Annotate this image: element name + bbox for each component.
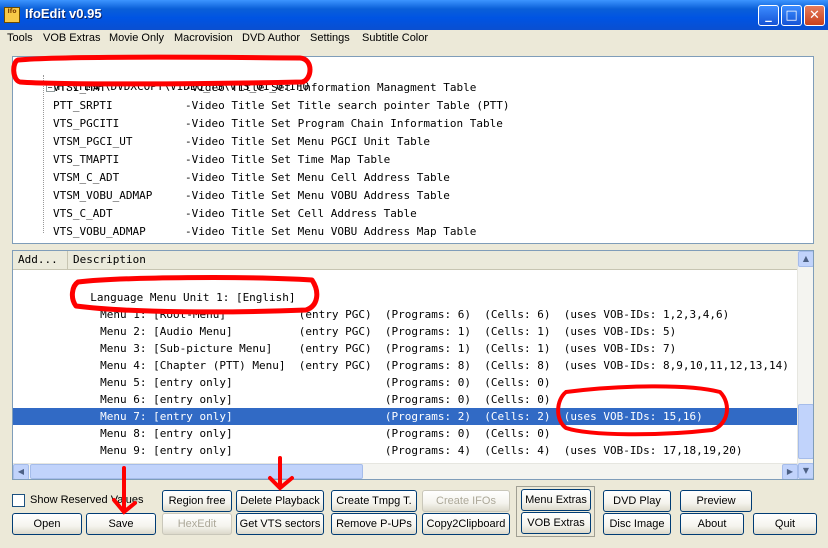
- tree-item[interactable]: VTSM_VOBU_ADMAP -Video Title Set Menu VOB…: [53, 187, 450, 205]
- tree-item[interactable]: VTSM_PGCI_UT -Video Title Set Menu PGCI U…: [53, 133, 430, 151]
- list-row[interactable]: Language Menu Unit 1: [English]: [13, 289, 798, 306]
- menu-bar: Tools VOB Extras Movie Only Macrovision …: [0, 30, 828, 47]
- menu-vob-extras[interactable]: VOB Extras: [43, 32, 100, 44]
- list-row-text: Menu 5: [entry only] (Programs: 0) (Cell…: [67, 376, 551, 389]
- title-bar: Ifo IfoEdit v0.95 _ □ ✕: [0, 0, 828, 30]
- column-header-add[interactable]: Add...: [13, 251, 68, 269]
- menu-movie-only[interactable]: Movie Only: [109, 32, 164, 44]
- scroll-down-arrow-icon[interactable]: ▼: [798, 463, 813, 479]
- list-row[interactable]: [13, 270, 798, 287]
- list-row[interactable]: Menu 8: [entry only] (Programs: 0) (Cell…: [13, 425, 798, 442]
- dvd-play-button[interactable]: DVD Play: [603, 490, 671, 512]
- menu-subtitle-color[interactable]: Subtitle Color: [362, 32, 428, 44]
- preview-button[interactable]: Preview: [680, 490, 752, 512]
- tree-item-name: VTSI_MAT: [53, 81, 106, 94]
- save-button[interactable]: Save: [86, 513, 156, 535]
- list-header: Add... Description: [13, 251, 813, 270]
- list-row-text: Menu 2: [Audio Menu] (entry PGC) (Progra…: [67, 325, 677, 338]
- column-header-description[interactable]: Description: [68, 251, 813, 269]
- tree-item[interactable]: VTS_C_ADT -Video Title Set Cell Address T…: [53, 205, 417, 223]
- tree-item[interactable]: VTS_TMAPTI -Video Title Set Time Map Tabl…: [53, 151, 390, 169]
- menu-dvd-author[interactable]: DVD Author: [242, 32, 300, 44]
- tree-item-desc: -Video Title Set Cell Address Table: [185, 207, 417, 220]
- menu-settings[interactable]: Settings: [310, 32, 350, 44]
- disc-image-button[interactable]: Disc Image: [603, 513, 671, 535]
- ifo-structure-tree[interactable]: − H:\TEMP\DVDXCOPY\VIDEO_TS\VTS_01_0.IFO …: [12, 56, 814, 244]
- scroll-up-arrow-icon[interactable]: ▲: [798, 251, 813, 267]
- vertical-scrollbar[interactable]: ▲ ▼: [797, 251, 813, 479]
- create-tmpg-button[interactable]: Create Tmpg T.: [331, 490, 417, 512]
- create-ifos-button: Create IFOs: [422, 490, 510, 512]
- tree-item-name: VTS_C_ADT: [53, 207, 113, 220]
- copy2clipboard-button[interactable]: Copy2Clipboard: [422, 513, 510, 535]
- tree-item-name: VTSM_C_ADT: [53, 171, 120, 184]
- description-list[interactable]: Add... Description Language Menu Unit 1:…: [12, 250, 814, 480]
- list-row-selected[interactable]: Menu 7: [entry only] (Programs: 2) (Cell…: [13, 408, 798, 425]
- list-row-text: Menu 8: [entry only] (Programs: 0) (Cell…: [67, 427, 551, 440]
- list-row[interactable]: Menu 4: [Chapter (PTT) Menu] (entry PGC)…: [13, 357, 798, 374]
- tree-root-node[interactable]: − H:\TEMP\DVDXCOPY\VIDEO_TS\VTS_01_0.IFO: [19, 63, 309, 93]
- list-row-text: Menu 1: [Root-Menu] (entry PGC) (Program…: [67, 308, 730, 321]
- vertical-scroll-thumb[interactable]: [798, 404, 813, 459]
- ifoedit-app-icon[interactable]: Ifo: [4, 7, 20, 23]
- tree-item-name: VTSM_VOBU_ADMAP: [53, 189, 153, 202]
- list-row-text: Menu 7: [entry only] (Programs: 2) (Cell…: [67, 410, 703, 423]
- tree-item-name: VTS_PGCITI: [53, 117, 120, 130]
- delete-playback-button[interactable]: Delete Playback: [236, 490, 324, 512]
- tree-item-desc: -Video Title Set Time Map Table: [185, 153, 391, 166]
- scroll-right-arrow-icon[interactable]: ▶: [782, 464, 798, 479]
- list-row-text: Menu 6: [entry only] (Programs: 0) (Cell…: [67, 393, 551, 406]
- tree-item[interactable]: VTS_PGCITI -Video Title Set Program Chain…: [53, 115, 503, 133]
- window-title: IfoEdit v0.95: [25, 6, 102, 21]
- tree-item-desc: -Video Title Set Menu VOBU Address Map T…: [185, 225, 477, 238]
- tree-item-desc: -Video Title Set Title search pointer Ta…: [185, 99, 510, 112]
- get-vts-sectors-button[interactable]: Get VTS sectors: [236, 513, 324, 535]
- menu-extras-button[interactable]: Menu Extras: [521, 489, 591, 511]
- tree-item-desc: -Video Title Set Menu VOBU Address Table: [185, 189, 450, 202]
- tree-connector: [43, 75, 44, 233]
- horizontal-scrollbar[interactable]: ◀ ▶: [13, 463, 798, 479]
- list-row[interactable]: Menu 2: [Audio Menu] (entry PGC) (Progra…: [13, 323, 798, 340]
- menu-tools[interactable]: Tools: [7, 32, 33, 44]
- list-row[interactable]: Menu 5: [entry only] (Programs: 0) (Cell…: [13, 374, 798, 391]
- tree-item-desc: -Video Title Set Menu Cell Address Table: [185, 171, 450, 184]
- about-button[interactable]: About: [680, 513, 744, 535]
- tree-item-name: VTSM_PGCI_UT: [53, 135, 133, 148]
- close-button[interactable]: ✕: [804, 5, 825, 26]
- tree-item[interactable]: VTSM_C_ADT -Video Title Set Menu Cell Add…: [53, 169, 450, 187]
- vob-extras-button[interactable]: VOB Extras: [521, 512, 591, 534]
- list-row[interactable]: Menu 9: [entry only] (Programs: 4) (Cell…: [13, 442, 798, 459]
- hexedit-button: HexEdit: [162, 513, 232, 535]
- quit-button[interactable]: Quit: [753, 513, 817, 535]
- tree-item-name: PTT_SRPTI: [53, 99, 113, 112]
- list-row-text: Language Menu Unit 1: [English]: [77, 291, 296, 304]
- tree-item[interactable]: PTT_SRPTI -Video Title Set Title search p…: [53, 97, 510, 115]
- list-row-text: Menu 9: [entry only] (Programs: 4) (Cell…: [67, 444, 743, 457]
- scroll-left-arrow-icon[interactable]: ◀: [13, 464, 29, 479]
- tree-item-desc: -Video Title Set Menu PGCI Unit Table: [185, 135, 431, 148]
- tree-item-name: VTS_VOBU_ADMAP: [53, 225, 146, 238]
- tree-item[interactable]: VTS_VOBU_ADMAP -Video Title Set Menu VOBU…: [53, 223, 476, 241]
- horizontal-scroll-thumb[interactable]: [30, 464, 363, 479]
- tree-item-name: VTS_TMAPTI: [53, 153, 120, 166]
- tree-item-desc: -Video Title Set Program Chain Informati…: [185, 117, 503, 130]
- show-reserved-checkbox[interactable]: [12, 494, 25, 507]
- maximize-button[interactable]: □: [781, 5, 802, 26]
- list-row[interactable]: Menu 6: [entry only] (Programs: 0) (Cell…: [13, 391, 798, 408]
- tree-item[interactable]: VTSI_MAT -Video Title Set Information Man…: [53, 79, 476, 97]
- tree-item-desc: -Video Title Set Information Managment T…: [185, 81, 477, 94]
- open-button[interactable]: Open: [12, 513, 82, 535]
- region-free-button[interactable]: Region free: [162, 490, 232, 512]
- minimize-button[interactable]: _: [758, 5, 779, 26]
- remove-pups-button[interactable]: Remove P-UPs: [331, 513, 417, 535]
- list-row[interactable]: Menu 3: [Sub-picture Menu] (entry PGC) (…: [13, 340, 798, 357]
- list-body: Language Menu Unit 1: [English] Menu 1: …: [13, 270, 798, 463]
- menu-macrovision[interactable]: Macrovision: [174, 32, 233, 44]
- list-row-text: Menu 3: [Sub-picture Menu] (entry PGC) (…: [67, 342, 677, 355]
- show-reserved-label: Show Reserved Values: [30, 494, 144, 506]
- list-row[interactable]: Menu 1: [Root-Menu] (entry PGC) (Program…: [13, 306, 798, 323]
- list-row-text: Menu 4: [Chapter (PTT) Menu] (entry PGC)…: [67, 359, 789, 372]
